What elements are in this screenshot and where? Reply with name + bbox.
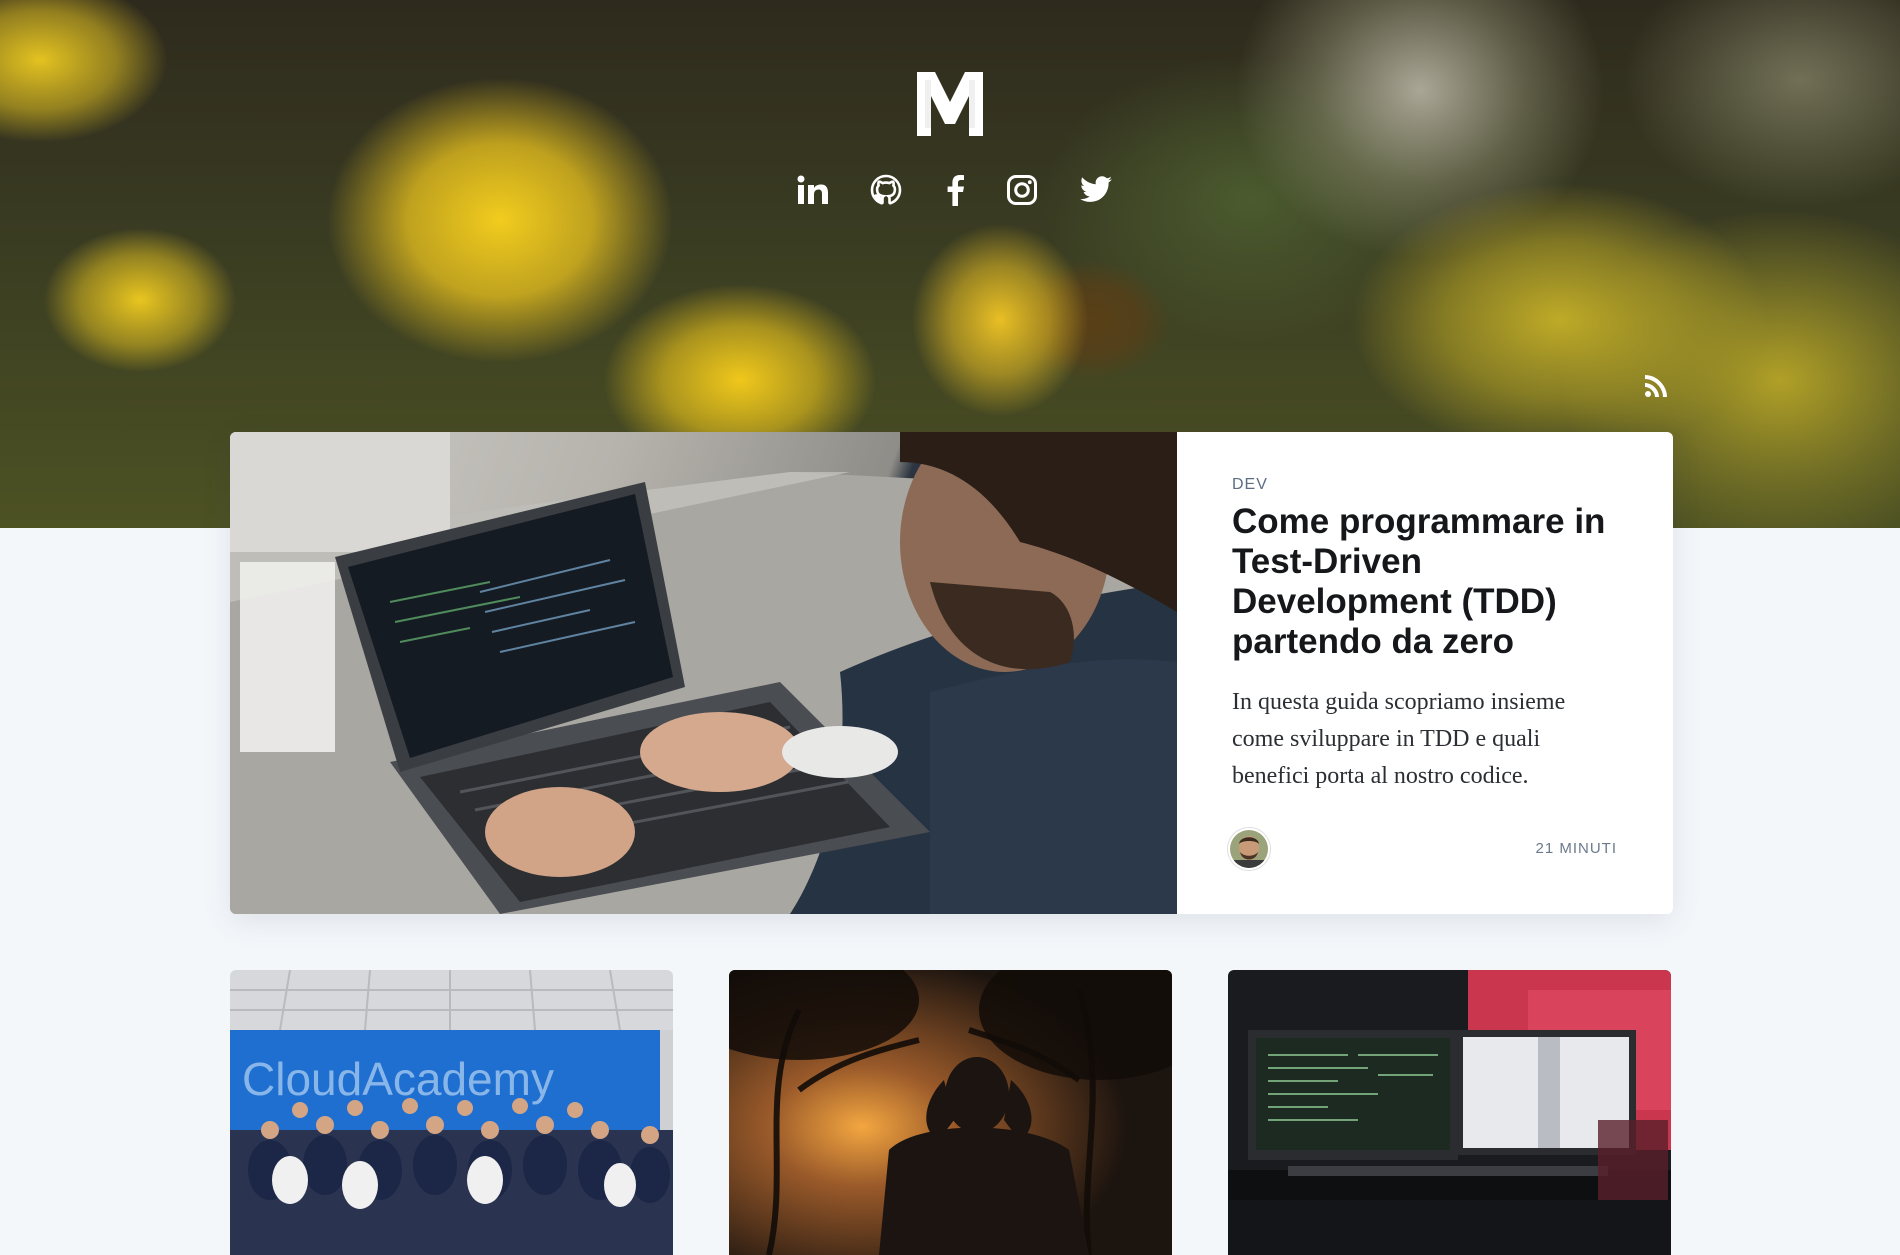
linkedin-icon[interactable] bbox=[795, 172, 831, 208]
post-card[interactable] bbox=[729, 970, 1172, 1255]
post-category[interactable]: DEV bbox=[1232, 476, 1617, 494]
featured-post-image[interactable] bbox=[230, 432, 1177, 914]
post-card-image[interactable] bbox=[729, 970, 1172, 1255]
post-excerpt: In questa guida scopriamo insieme come s… bbox=[1232, 689, 1566, 789]
github-icon[interactable] bbox=[868, 172, 904, 208]
post-card[interactable]: CloudAcademy bbox=[230, 970, 673, 1255]
featured-post-card[interactable]: DEV Come programmare in Test-Driven Deve… bbox=[230, 432, 1673, 914]
facebook-icon[interactable] bbox=[937, 172, 973, 208]
banner-text: CloudAcademy bbox=[242, 1053, 554, 1105]
post-card[interactable] bbox=[1228, 970, 1671, 1255]
twitter-icon[interactable] bbox=[1078, 172, 1114, 208]
post-title[interactable]: Come programmare in Test-Driven Developm… bbox=[1232, 502, 1617, 662]
post-card-image[interactable]: CloudAcademy bbox=[230, 970, 673, 1255]
post-card-image[interactable] bbox=[1228, 970, 1671, 1255]
author-avatar[interactable] bbox=[1228, 828, 1270, 870]
featured-post-content: DEV Come programmare in Test-Driven Deve… bbox=[1177, 432, 1673, 914]
reading-time: 21 MINUTI bbox=[1535, 840, 1617, 857]
site-logo[interactable] bbox=[917, 72, 983, 136]
rss-icon[interactable] bbox=[1644, 374, 1672, 402]
instagram-icon[interactable] bbox=[1004, 172, 1040, 208]
